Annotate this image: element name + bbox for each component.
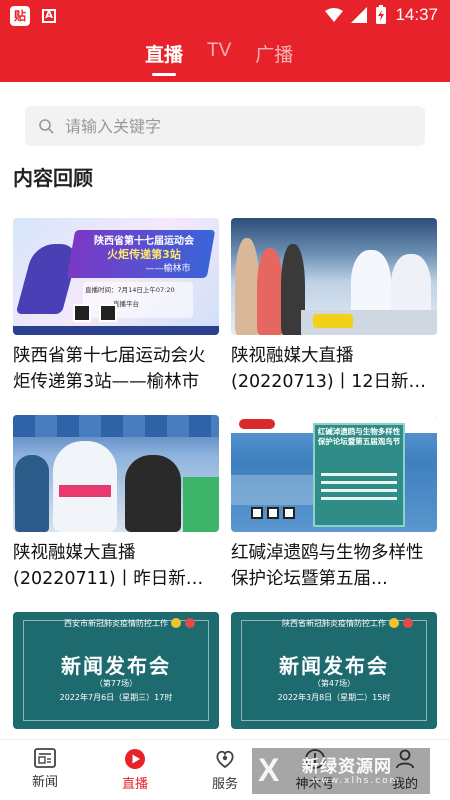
- qr-code-row: [251, 507, 295, 519]
- thumb-subline: 火炬传递第3站: [107, 248, 181, 261]
- card-title[interactable]: 陕视融媒大直播(20220713)丨12日新增...: [231, 343, 437, 395]
- watermark-logo-icon: X: [258, 752, 280, 788]
- section-title: 内容回顾: [13, 166, 93, 190]
- video-card[interactable]: 红碱淖遗鸥与生物多样性保护论坛暨第五届观鸟节 红碱淖遗鸥与生物多样性保护论坛暨第…: [231, 415, 437, 592]
- tab-radio[interactable]: 广播: [255, 40, 293, 67]
- thumb-date: 2022年3月8日（星期二）15时: [277, 693, 391, 702]
- service-heart-icon: [216, 750, 234, 769]
- watermark-brand: 新绿资源网: [302, 757, 392, 777]
- signal-icon: [351, 7, 368, 23]
- qr-code-icon: [251, 507, 263, 519]
- video-thumbnail[interactable]: [13, 415, 219, 532]
- nav-live[interactable]: 直播: [105, 748, 165, 792]
- qr-code-icon: [99, 304, 117, 322]
- nav-service-label: 服务: [211, 777, 238, 792]
- thumb-headline: 陕西省第十七届运动会: [94, 236, 194, 247]
- yellow-box-graphic: [313, 314, 353, 328]
- video-thumbnail[interactable]: 陕西省第十七届运动会 火炬传递第3站 ——榆林市 直播时间：7月14日上午07:…: [13, 218, 219, 335]
- thumb-org: 西安市新冠肺炎疫情防控工作: [64, 619, 168, 628]
- video-card[interactable]: 陕西省新冠肺炎疫情防控工作 新闻发布会 （第47场） 2022年3月8日（星期二…: [231, 612, 437, 729]
- thumb-headline: 新闻发布会: [279, 654, 389, 678]
- video-thumbnail[interactable]: 陕西省新冠肺炎疫情防控工作 新闻发布会 （第47场） 2022年3月8日（星期二…: [231, 612, 437, 729]
- thumb-org: 陕西省新冠肺炎疫情防控工作: [282, 619, 386, 628]
- video-thumbnail[interactable]: 西安市新冠肺炎疫情防控工作 新闻发布会 （第77场） 2022年7月6日（星期三…: [13, 612, 219, 729]
- a-box-icon: A: [42, 9, 56, 23]
- qr-code-icon: [267, 507, 279, 519]
- person-figure: [125, 455, 181, 532]
- thumb-time-line: 直播时间：7月14日上午07:20: [85, 286, 175, 294]
- wifi-icon: [325, 8, 344, 22]
- search-bar[interactable]: [25, 106, 425, 146]
- thumb-number: （第47场）: [312, 679, 356, 688]
- board-line: [321, 489, 397, 492]
- app-badge-icon: 贴: [10, 6, 30, 26]
- search-icon: [39, 119, 54, 134]
- news-icon: [34, 748, 56, 768]
- video-thumbnail[interactable]: 红碱淖遗鸥与生物多样性保护论坛暨第五届观鸟节: [231, 415, 437, 532]
- thumb-date: 2022年7月6日（星期三）17时: [59, 693, 173, 702]
- board-line: [321, 473, 397, 476]
- card-title[interactable]: 陕西省第十七届运动会火炬传递第3站——榆林市: [13, 343, 219, 395]
- tab-tv[interactable]: TV: [207, 40, 231, 67]
- qr-code-icon: [283, 507, 295, 519]
- board-line: [321, 481, 397, 484]
- battery-charging-icon: [376, 5, 387, 24]
- card-title[interactable]: 红碱淖遗鸥与生物多样性保护论坛暨第五届...: [231, 540, 437, 592]
- board-title: 红碱淖遗鸥与生物多样性保护论坛暨第五届观鸟节: [317, 427, 401, 446]
- person-figure: [235, 238, 259, 335]
- thumb-place: ——榆林市: [145, 264, 191, 274]
- nav-service[interactable]: 服务: [195, 748, 255, 792]
- video-card[interactable]: 西安市新冠肺炎疫情防控工作 新闻发布会 （第77场） 2022年7月6日（星期三…: [13, 612, 219, 729]
- play-circle-icon: [125, 749, 145, 769]
- card-title[interactable]: 陕视融媒大直播(20220711)丨昨日新增...: [13, 540, 219, 592]
- person-figure: [15, 455, 49, 532]
- search-input[interactable]: [65, 106, 415, 146]
- video-thumbnail[interactable]: [231, 218, 437, 335]
- green-table-graphic: [183, 477, 219, 532]
- person-figure: [257, 248, 283, 335]
- board-line: [321, 497, 397, 500]
- footer-strip: [13, 326, 219, 335]
- name-label-graphic: [59, 485, 111, 497]
- tent-canopy: [13, 415, 219, 437]
- lake-graphic: [231, 475, 313, 505]
- nav-news[interactable]: 新闻: [15, 748, 75, 790]
- thumb-number: （第77场）: [94, 679, 138, 688]
- nav-live-label: 直播: [121, 777, 148, 792]
- video-card[interactable]: 陕西省第十七届运动会 火炬传递第3站 ——榆林市 直播时间：7月14日上午07:…: [13, 218, 219, 395]
- watermark: X 新绿资源网 www.xlhs.com: [252, 748, 430, 794]
- status-bar: 贴 A 14:37: [0, 0, 450, 32]
- tab-live[interactable]: 直播: [145, 40, 183, 76]
- qr-code-icon: [73, 304, 91, 322]
- watermark-url: www.xlhs.com: [312, 776, 401, 786]
- video-card[interactable]: 陕视融媒大直播(20220713)丨12日新增...: [231, 218, 437, 395]
- video-card[interactable]: 陕视融媒大直播(20220711)丨昨日新增...: [13, 415, 219, 592]
- top-nav: 直播 TV 广播: [0, 32, 450, 82]
- channel-logo-icon: [239, 419, 275, 429]
- status-time: 14:37: [395, 5, 438, 24]
- nav-news-label: 新闻: [31, 775, 58, 790]
- thumb-headline: 新闻发布会: [61, 654, 171, 678]
